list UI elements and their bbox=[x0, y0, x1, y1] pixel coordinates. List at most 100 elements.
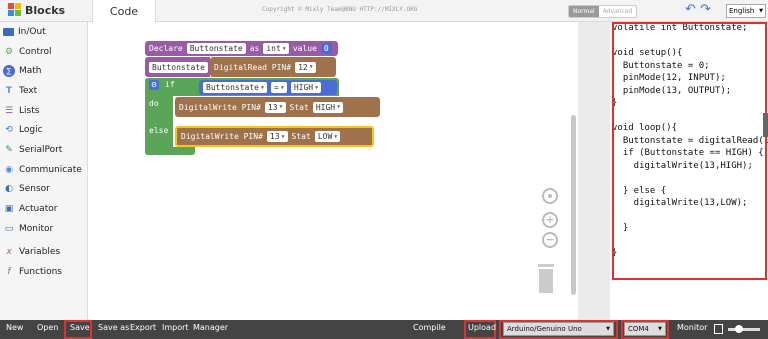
digital-write-label: DigitalWrite PIN# bbox=[179, 102, 261, 112]
board-select[interactable]: Arduino/Genuino Uno ▼ bbox=[503, 322, 614, 336]
as-keyword: as bbox=[249, 44, 260, 53]
line-text: pinMode(13, OUTPUT); bbox=[612, 85, 732, 96]
save-as-button[interactable]: Save as bbox=[98, 323, 129, 332]
code-line: 15 digitalWrite(13,LOW); bbox=[612, 197, 768, 210]
gear-icon[interactable]: ⚙ bbox=[149, 80, 159, 90]
block-workspace[interactable]: Declare Buttonstate as int ▼ value 0 Butt… bbox=[89, 22, 570, 320]
if-footer bbox=[145, 147, 195, 155]
undo-icon[interactable]: ↶ bbox=[685, 2, 696, 17]
zoom-slider-track[interactable] bbox=[728, 328, 760, 331]
sensor-icon: ◐ bbox=[5, 184, 13, 195]
sidebar-item-text[interactable]: T Text bbox=[0, 81, 87, 101]
blocks-tab[interactable]: Blocks bbox=[8, 3, 65, 17]
open-button[interactable]: Open bbox=[37, 323, 58, 332]
recenter-icon[interactable] bbox=[542, 188, 558, 204]
upload-button[interactable]: Upload bbox=[468, 323, 496, 332]
import-button[interactable]: Import bbox=[162, 323, 189, 332]
line-text: void loop(){ bbox=[612, 123, 678, 133]
line-text: Buttonstate = 0; bbox=[612, 60, 710, 71]
workspace-scrollbar[interactable] bbox=[571, 115, 576, 295]
sidebar-item-monitor[interactable]: ▭ Monitor bbox=[0, 219, 87, 239]
sidebar-item-lists[interactable]: ☰ Lists bbox=[0, 101, 87, 121]
code-line: 3▾void setup(){ bbox=[612, 47, 768, 60]
line-text: } bbox=[612, 223, 629, 233]
write-pin-value: 13 bbox=[267, 102, 278, 112]
save-button[interactable]: Save bbox=[70, 323, 90, 332]
chevron-down-icon: ▼ bbox=[260, 84, 264, 91]
sidebar-item-actuator[interactable]: ▣ Actuator bbox=[0, 199, 87, 219]
mixly-app: Blocks Code Copyright © Mixly Team@BNU H… bbox=[0, 0, 768, 339]
sidebar-item-functions[interactable]: f Functions bbox=[0, 262, 87, 282]
blocks-tab-label: Blocks bbox=[25, 3, 66, 17]
code-editor[interactable]: 1volatile int Buttonstate; 2 3▾void setu… bbox=[610, 22, 768, 320]
copyright-text: Copyright © Mixly Team@BNU HTTP://MIXLY.… bbox=[262, 6, 418, 13]
declare-block[interactable]: Declare Buttonstate as int ▼ value 0 bbox=[145, 41, 338, 56]
code-line: 6 pinMode(13, OUTPUT); bbox=[612, 85, 768, 98]
code-line: 1volatile int Buttonstate; bbox=[612, 22, 768, 35]
digital-read-label: DigitalRead PIN# bbox=[214, 62, 292, 72]
export-button[interactable]: Export bbox=[130, 323, 156, 332]
redo-icon[interactable]: ↷ bbox=[700, 2, 711, 17]
monitor-icon: ▭ bbox=[4, 223, 14, 234]
digital-write-low-block[interactable]: DigitalWrite PIN# 13 ▼ Stat LOW ▼ bbox=[175, 126, 374, 147]
zoom-out-icon[interactable]: − bbox=[542, 232, 558, 248]
read-pin-dropdown[interactable]: 12 ▼ bbox=[295, 61, 316, 73]
sidebar-item-label: Math bbox=[19, 66, 42, 77]
mode-toggle[interactable]: Normal Advanced bbox=[568, 5, 638, 18]
sidebar-item-communicate[interactable]: ◉ Communicate bbox=[0, 160, 87, 180]
code-line: 18 bbox=[612, 235, 768, 248]
serial-icon: ✎ bbox=[5, 144, 13, 155]
port-value: COM4 bbox=[628, 325, 649, 333]
code-line: 19} bbox=[612, 247, 768, 260]
logic-icon: ⟲ bbox=[5, 125, 13, 136]
code-tab[interactable]: Code bbox=[92, 0, 156, 22]
sidebar-item-sensor[interactable]: ◐ Sensor bbox=[0, 180, 87, 200]
chevron-down-icon: ▼ bbox=[282, 45, 286, 52]
mode-normal-button[interactable]: Normal bbox=[569, 6, 599, 17]
compare-variable-field[interactable]: Buttonstate ▼ bbox=[203, 82, 267, 93]
new-button[interactable]: New bbox=[6, 323, 23, 332]
compile-button[interactable]: Compile bbox=[413, 323, 446, 332]
mode-advanced-button[interactable]: Advanced bbox=[598, 6, 637, 17]
operator-dropdown[interactable]: = ▼ bbox=[271, 82, 287, 93]
sidebar-item-inout[interactable]: In/Out bbox=[0, 22, 87, 42]
compare-block[interactable]: Buttonstate ▼ = ▼ HIGH ▼ bbox=[199, 80, 337, 95]
line-text: digitalWrite(13,HIGH); bbox=[612, 160, 753, 171]
sidebar-item-logic[interactable]: ⟲ Logic bbox=[0, 120, 87, 140]
manager-button[interactable]: Manager bbox=[193, 323, 228, 332]
sidebar-item-label: Monitor bbox=[19, 223, 54, 234]
sidebar-item-serialport[interactable]: ✎ SerialPort bbox=[0, 140, 87, 160]
editor-side-handle[interactable] bbox=[763, 113, 768, 137]
top-bar: Blocks Code Copyright © Mixly Team@BNU H… bbox=[0, 0, 768, 22]
type-dropdown[interactable]: int ▼ bbox=[263, 43, 289, 54]
stat-low-dropdown[interactable]: LOW ▼ bbox=[314, 131, 341, 142]
digital-read-block[interactable]: DigitalRead PIN# 12 ▼ bbox=[210, 57, 336, 77]
sidebar-item-label: SerialPort bbox=[19, 144, 63, 155]
language-select[interactable]: English ▼ bbox=[726, 4, 766, 18]
sidebar-item-label: Variables bbox=[19, 247, 61, 258]
assign-variable-field[interactable]: Buttonstate bbox=[149, 61, 208, 73]
sidebar-item-math[interactable]: ∑ Math bbox=[0, 61, 87, 81]
zoom-slider-knob[interactable] bbox=[735, 325, 743, 333]
sidebar-item-control[interactable]: ⚙ Control bbox=[0, 42, 87, 62]
port-select[interactable]: COM4 ▼ bbox=[624, 322, 666, 336]
write-pin-dropdown[interactable]: 13 ▼ bbox=[264, 101, 286, 113]
assign-block[interactable]: Buttonstate bbox=[145, 57, 210, 77]
chevron-down-icon: ▼ bbox=[337, 104, 341, 110]
sidebar-item-variables[interactable]: x Variables bbox=[0, 243, 87, 263]
code-line: 17 } bbox=[612, 222, 768, 235]
window-icon[interactable] bbox=[714, 324, 723, 334]
declare-keyword: Declare bbox=[149, 44, 183, 53]
monitor-button[interactable]: Monitor bbox=[677, 323, 707, 332]
inout-icon bbox=[3, 27, 14, 36]
number-field[interactable]: 0 bbox=[320, 43, 332, 54]
variable-name-field[interactable]: Buttonstate bbox=[186, 43, 246, 54]
digital-write-high-block[interactable]: DigitalWrite PIN# 13 ▼ Stat HIGH ▼ bbox=[175, 97, 380, 117]
line-text: pinMode(12, INPUT); bbox=[612, 73, 726, 83]
write-pin-dropdown[interactable]: 13 ▼ bbox=[266, 131, 288, 142]
trash-icon[interactable] bbox=[537, 264, 555, 294]
stat-high-dropdown[interactable]: HIGH ▼ bbox=[312, 101, 344, 113]
high-dropdown[interactable]: HIGH ▼ bbox=[290, 82, 322, 93]
code-line: 10 Buttonstate = digitalRead(1 bbox=[612, 135, 768, 148]
zoom-in-icon[interactable]: + bbox=[542, 212, 558, 228]
